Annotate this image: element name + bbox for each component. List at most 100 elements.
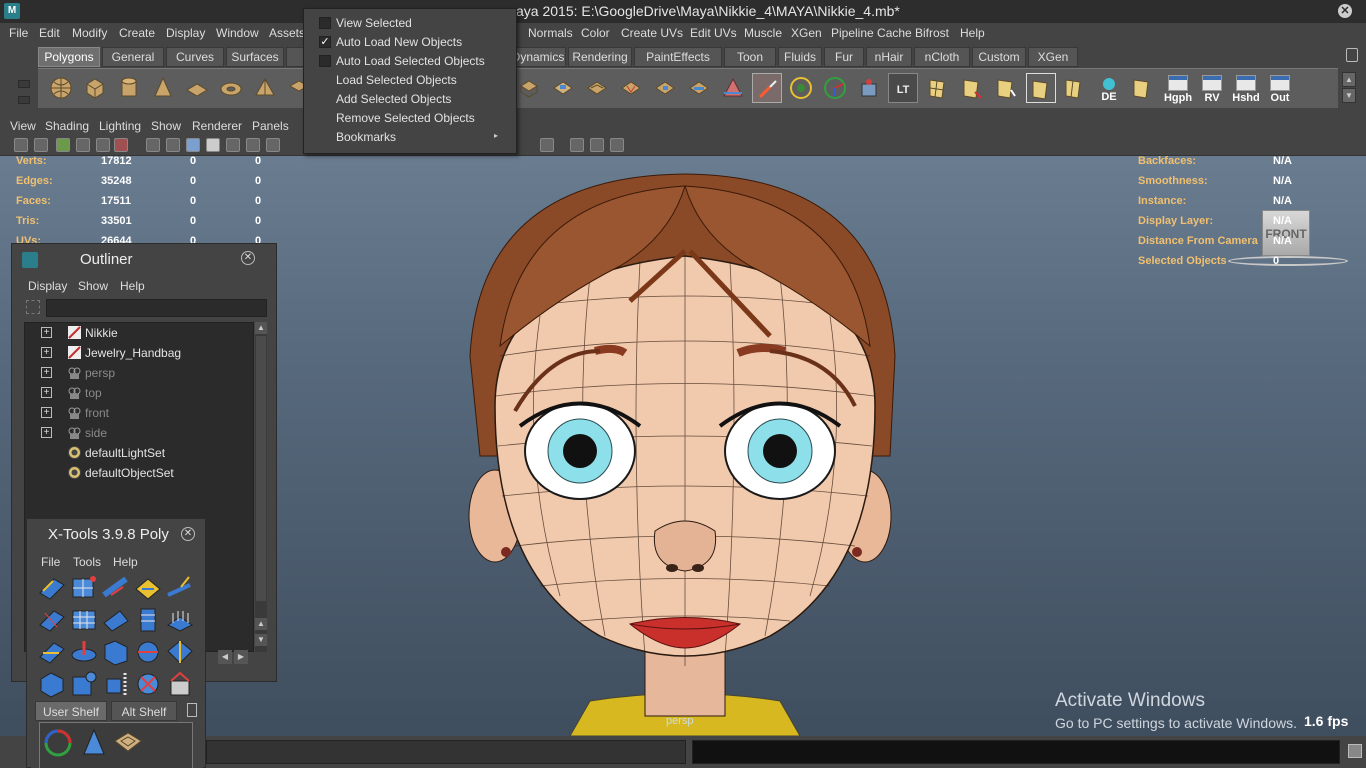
- uv-grid-icon-3[interactable]: [992, 73, 1022, 103]
- xtools-tool-icon[interactable]: [165, 637, 195, 667]
- shelf-scroll-up-icon[interactable]: ▲: [1342, 72, 1356, 87]
- menu-item-view-selected[interactable]: View Selected: [304, 13, 516, 32]
- paint-brush-icon[interactable]: [752, 73, 782, 103]
- xtools-tool-icon[interactable]: [101, 637, 131, 667]
- shelf-tab-nhair[interactable]: nHair: [866, 47, 912, 67]
- expand-icon[interactable]: +: [41, 407, 52, 418]
- checkbox[interactable]: [319, 17, 331, 29]
- menu-bifrost[interactable]: Bifrost: [915, 26, 949, 40]
- character-model[interactable]: [440, 156, 930, 736]
- script-editor-icon[interactable]: [1348, 744, 1362, 758]
- outliner-item[interactable]: defaultLightSet: [25, 443, 255, 463]
- shelf-tab-fur[interactable]: Fur: [824, 47, 864, 67]
- menu-color[interactable]: Color: [581, 26, 610, 40]
- xtools-tab-alt-shelf[interactable]: Alt Shelf: [111, 701, 177, 721]
- shelf-tab-painteffects[interactable]: PaintEffects: [634, 47, 722, 67]
- select-camera-icon[interactable]: [14, 138, 28, 152]
- poly-cone-icon[interactable]: [148, 73, 178, 103]
- shelf-scroll[interactable]: ▲ ▼: [1342, 72, 1356, 104]
- poly-torus-icon[interactable]: [216, 73, 246, 103]
- uv-grid-icon-6[interactable]: [1128, 73, 1158, 103]
- poly-extrude-icon[interactable]: [582, 73, 612, 103]
- shelf-handle[interactable]: [12, 48, 36, 110]
- menu-create[interactable]: Create: [119, 26, 155, 40]
- shelf-tab-custom[interactable]: Custom: [972, 47, 1026, 67]
- expand-icon[interactable]: +: [41, 327, 52, 338]
- close-window-button[interactable]: ✕: [1338, 4, 1352, 18]
- menu-item-bookmarks[interactable]: Bookmarks ▸: [304, 127, 516, 146]
- share-icon[interactable]: [610, 138, 624, 152]
- outliner-search-input[interactable]: [46, 299, 267, 317]
- poly-cube-icon[interactable]: [80, 73, 110, 103]
- outliner-item[interactable]: + persp: [25, 363, 255, 383]
- menu-xgen[interactable]: XGen: [791, 26, 822, 40]
- menu-assets[interactable]: Assets: [269, 26, 305, 40]
- gate-mask-icon[interactable]: [590, 138, 604, 152]
- outliner-menu-show[interactable]: Show: [78, 279, 108, 293]
- xtools-tool-icon[interactable]: [165, 669, 195, 699]
- shelf-tab-general[interactable]: General: [102, 47, 164, 67]
- t-icon[interactable]: [266, 138, 280, 152]
- cone-tool-icon[interactable]: [78, 727, 110, 759]
- menu-create-uvs[interactable]: Create UVs: [621, 26, 683, 40]
- grid-icon[interactable]: [166, 138, 180, 152]
- menu-normals[interactable]: Normals: [528, 26, 573, 40]
- menu-help[interactable]: Help: [960, 26, 985, 40]
- menu-display[interactable]: Display: [166, 26, 205, 40]
- menu-edit[interactable]: Edit: [39, 26, 60, 40]
- menu-muscle[interactable]: Muscle: [744, 26, 782, 40]
- shelf-tab-curves[interactable]: Curves: [166, 47, 224, 67]
- xtools-tool-icon[interactable]: [37, 605, 67, 635]
- menu-pipeline-cache[interactable]: Pipeline Cache: [831, 26, 912, 40]
- isolate-select-icon[interactable]: [540, 138, 554, 152]
- shelf-tab-surfaces[interactable]: Surfaces: [226, 47, 284, 67]
- poly-tool-icon[interactable]: [514, 73, 544, 103]
- smooth-shade-icon[interactable]: [186, 138, 200, 152]
- xtools-tool-icon[interactable]: [101, 669, 131, 699]
- xtools-tool-icon[interactable]: [37, 573, 67, 603]
- shelf-tab-dynamics[interactable]: Dynamics: [510, 47, 566, 67]
- scroll-down-icon[interactable]: ▼: [255, 634, 267, 646]
- checkbox[interactable]: [319, 55, 331, 67]
- shelf-tab-polygons[interactable]: Polygons: [38, 47, 100, 67]
- xtools-tool-icon[interactable]: [69, 573, 99, 603]
- uv-tool-icon[interactable]: [112, 727, 144, 759]
- shelf-tab-toon[interactable]: Toon: [724, 47, 776, 67]
- transform-manip-icon[interactable]: [820, 73, 850, 103]
- xtools-tool-icon[interactable]: [133, 605, 163, 635]
- view-cube-ring[interactable]: [1228, 256, 1348, 266]
- textured-icon[interactable]: [246, 138, 260, 152]
- outliner-item[interactable]: defaultObjectSet: [25, 463, 255, 483]
- shelf-tab-ncloth[interactable]: nCloth: [914, 47, 970, 67]
- xtools-tab-user-shelf[interactable]: User Shelf: [35, 701, 107, 721]
- xtools-close-button[interactable]: ✕: [181, 527, 195, 541]
- scroll-left-icon[interactable]: ◀: [218, 650, 232, 664]
- menu-file[interactable]: File: [9, 26, 28, 40]
- outliner-close-button[interactable]: ✕: [241, 251, 255, 265]
- checkbox[interactable]: ✓: [319, 36, 331, 48]
- panel-menu-lighting[interactable]: Lighting: [99, 119, 141, 133]
- xtools-tool-icon[interactable]: [69, 605, 99, 635]
- poly-smooth-icon[interactable]: [548, 73, 578, 103]
- grease-pencil-icon[interactable]: [114, 138, 128, 152]
- de-button[interactable]: DE: [1094, 73, 1124, 103]
- scroll-up-icon[interactable]: ▲: [255, 618, 267, 630]
- expand-icon[interactable]: +: [41, 387, 52, 398]
- command-input[interactable]: [206, 740, 686, 764]
- camera-view-icon[interactable]: [570, 138, 584, 152]
- xtools-menu-help[interactable]: Help: [113, 555, 138, 569]
- shelf-tab-hidden[interactable]: [286, 47, 304, 67]
- trash-icon[interactable]: [187, 703, 197, 717]
- out-button[interactable]: Out: [1264, 73, 1296, 107]
- outliner-item[interactable]: + Nikkie: [25, 323, 255, 343]
- xtools-menu-file[interactable]: File: [41, 555, 60, 569]
- panel-menu-panels[interactable]: Panels: [252, 119, 289, 133]
- xtools-tool-icon[interactable]: [69, 637, 99, 667]
- menu-modify[interactable]: Modify: [72, 26, 107, 40]
- panel-menu-show[interactable]: Show: [151, 119, 181, 133]
- xtools-tool-icon[interactable]: [165, 605, 195, 635]
- scroll-up-icon[interactable]: ▲: [255, 322, 267, 334]
- rv-button[interactable]: RV: [1196, 73, 1228, 107]
- image-plane-icon[interactable]: [76, 138, 90, 152]
- shelf-tab-fluids[interactable]: Fluids: [778, 47, 822, 67]
